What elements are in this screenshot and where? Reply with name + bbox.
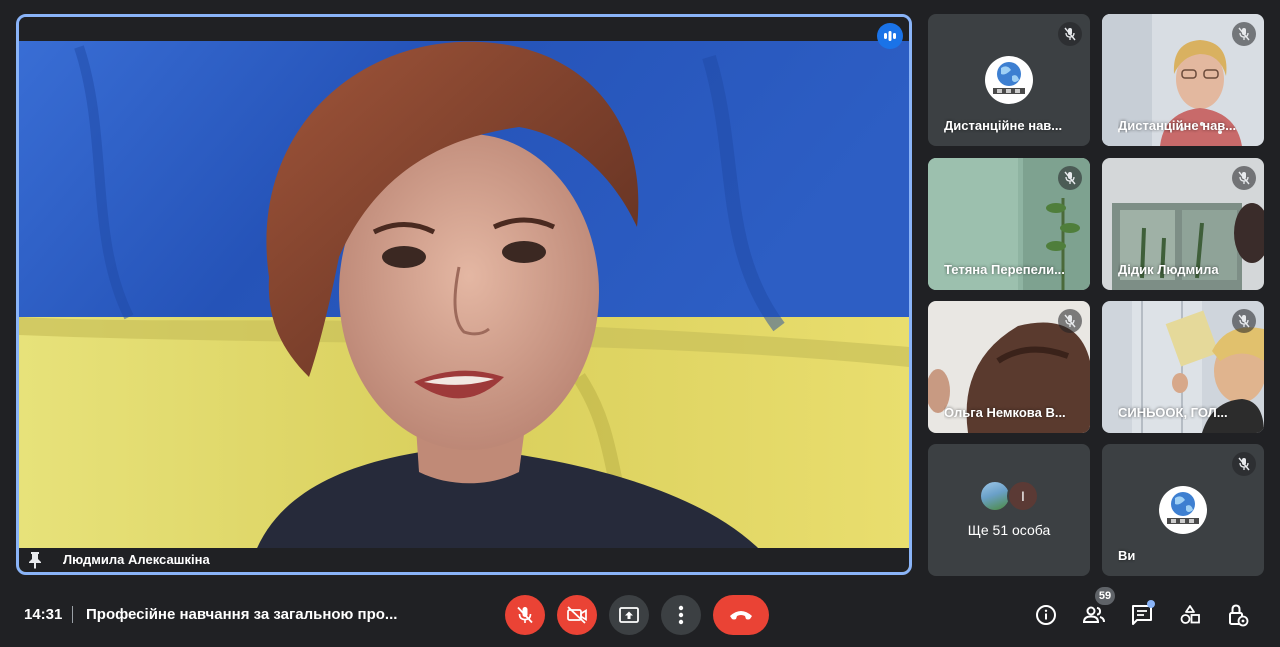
participant-tile[interactable]: Ольга Немкова В...: [928, 301, 1090, 433]
divider: [72, 606, 73, 623]
people-button[interactable]: [1082, 603, 1106, 627]
mic-muted-icon: [1232, 22, 1256, 46]
participant-tile[interactable]: Тетяна Перепели...: [928, 158, 1090, 290]
speaker-top-strip: [19, 17, 909, 41]
leave-call-button[interactable]: [713, 595, 769, 635]
more-participants-avatars: І: [979, 480, 1039, 512]
participant-name: Дистанційне нав...: [1118, 118, 1237, 133]
speaker-name: Людмила Алексашкіна: [63, 552, 210, 567]
host-controls-icon: [1229, 604, 1249, 627]
host-controls-button[interactable]: [1226, 603, 1250, 627]
pin-icon[interactable]: [27, 551, 43, 569]
speaking-indicator-icon: [877, 23, 903, 49]
new-message-indicator: [1147, 600, 1155, 608]
present-screen-button[interactable]: [609, 595, 649, 635]
mic-muted-icon: [1232, 452, 1256, 476]
participant-name: Дідик Людмила: [1118, 262, 1219, 277]
participant-name: Тетяна Перепели...: [944, 262, 1065, 277]
self-name: Ви: [1118, 548, 1136, 563]
hang-up-icon: [730, 611, 752, 620]
mic-muted-icon: [1232, 309, 1256, 333]
participant-name: СИНЬООК, ГОЛ...: [1118, 405, 1228, 420]
participant-tile[interactable]: СИНЬООК, ГОЛ...: [1102, 301, 1264, 433]
more-options-icon: [678, 605, 684, 625]
camera-toggle-button[interactable]: [557, 595, 597, 635]
mic-off-icon: [517, 606, 533, 624]
speaker-video: [19, 17, 909, 572]
participants-count-badge: 59: [1095, 587, 1115, 605]
main-speaker-tile[interactable]: Людмила Алексашкіна: [16, 14, 912, 575]
mic-muted-icon: [1058, 22, 1082, 46]
meeting-clock: 14:31: [24, 606, 63, 623]
participant-tile[interactable]: Дистанційне нав...: [928, 14, 1090, 146]
present-icon: [619, 607, 639, 623]
meeting-details-button[interactable]: [1034, 603, 1058, 627]
participant-name: Ольга Немкова В...: [944, 405, 1066, 420]
mic-muted-icon: [1058, 309, 1082, 333]
people-icon: [1082, 606, 1105, 623]
camera-off-icon: [567, 606, 587, 624]
self-avatar: [1159, 486, 1207, 534]
self-tile[interactable]: Ви: [1102, 444, 1264, 576]
more-participants-label: Ще 51 особа: [967, 522, 1051, 538]
participant-name: Дистанційне нав...: [944, 118, 1063, 133]
activities-icon: [1180, 605, 1200, 624]
participant-avatar: [985, 56, 1033, 104]
mic-muted-icon: [1232, 166, 1256, 190]
mic-toggle-button[interactable]: [505, 595, 545, 635]
participant-tile[interactable]: Дистанційне нав...: [1102, 14, 1264, 146]
more-options-button[interactable]: [661, 595, 701, 635]
activities-button[interactable]: [1178, 603, 1202, 627]
meeting-title[interactable]: Професійне навчання за загальною про...: [86, 606, 397, 623]
more-participants-tile[interactable]: І Ще 51 особа: [928, 444, 1090, 576]
mic-muted-icon: [1058, 166, 1082, 190]
participant-tile[interactable]: Дідик Людмила: [1102, 158, 1264, 290]
participant-avatar-letter: І: [1007, 480, 1039, 512]
info-icon: [1036, 605, 1056, 625]
